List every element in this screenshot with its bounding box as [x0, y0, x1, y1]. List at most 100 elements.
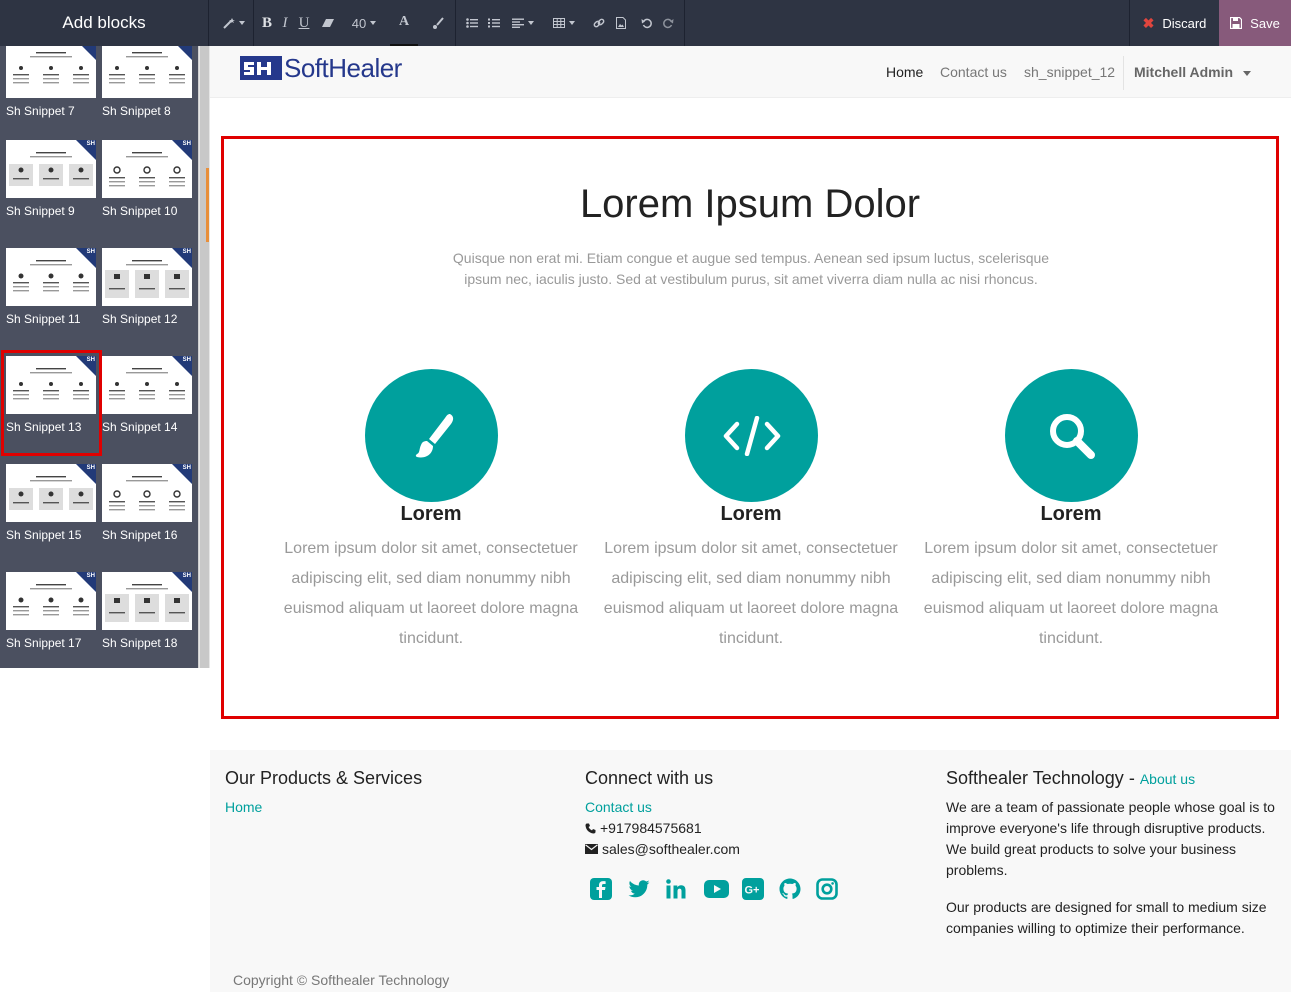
font-size-select[interactable]: 40	[345, 0, 383, 46]
sh-badge-icon	[172, 46, 192, 60]
eraser-icon[interactable]	[317, 0, 339, 46]
copyright-text: Copyright © Softhealer Technology	[233, 972, 450, 988]
undo-icon[interactable]	[637, 0, 657, 46]
footer-contact-link[interactable]: Contact us	[585, 799, 652, 815]
panel-scrollbar-thumb[interactable]	[200, 46, 209, 668]
redo-icon[interactable]	[658, 0, 678, 46]
linkedin-icon[interactable]	[664, 877, 688, 901]
sh-badge-text: SH	[86, 141, 95, 147]
snippet-thumbnail: SH	[6, 572, 96, 630]
snippet-thumbnail: SH	[6, 464, 96, 522]
snippet-tile[interactable]: SH Sh Snippet 7	[0, 46, 96, 148]
snippet-tile[interactable]: SH Sh Snippet 17	[0, 572, 96, 668]
sh-badge-text: SH	[182, 141, 191, 147]
link-icon[interactable]	[589, 0, 609, 46]
phone-icon	[585, 823, 596, 833]
sh-badge-text: SH	[86, 465, 95, 471]
snippet-thumbnail: SH	[6, 140, 96, 198]
add-blocks-title: Add blocks	[0, 0, 209, 46]
save-button[interactable]: Save	[1219, 0, 1291, 46]
snippet-tile[interactable]: SH Sh Snippet 16	[96, 464, 192, 572]
feature-text-3: Lorem ipsum dolor sit amet, consectetuer…	[923, 540, 1219, 647]
snippet-tile[interactable]: SH Sh Snippet 10	[96, 140, 192, 248]
snippet-thumbnail: SH	[102, 356, 192, 414]
about-paragraph-1: We are a team of passionate people whose…	[946, 799, 1275, 878]
github-icon[interactable]	[778, 877, 802, 901]
table-icon[interactable]	[548, 0, 580, 46]
sh-badge-text: SH	[183, 46, 191, 47]
align-icon[interactable]	[507, 0, 539, 46]
instagram-icon[interactable]	[815, 877, 839, 901]
sh-badge-icon	[76, 46, 96, 60]
feature-circle-1	[365, 369, 498, 502]
snippet-tile[interactable]: SH Sh Snippet 18	[96, 572, 192, 668]
snippet-label: Sh Snippet 9	[6, 204, 75, 218]
nav-contact-us[interactable]: Contact us	[940, 64, 1007, 80]
feature-circle-3	[1005, 369, 1138, 502]
save-label: Save	[1250, 15, 1280, 31]
snippet-tile[interactable]: SH Sh Snippet 15	[0, 464, 96, 572]
selected-snippet-highlight	[1, 350, 102, 456]
snippet-tile[interactable]: SH Sh Snippet 8	[96, 46, 192, 148]
twitter-icon[interactable]	[627, 877, 651, 901]
email-address: sales@softhealer.com	[602, 841, 740, 857]
snippet-thumbnail: SH	[102, 464, 192, 522]
italic-icon[interactable]: I	[277, 0, 293, 46]
user-menu[interactable]: Mitchell Admin	[1134, 64, 1251, 80]
youtube-icon[interactable]	[703, 877, 729, 901]
snippet-label: Sh Snippet 7	[6, 104, 75, 118]
magic-wand-icon[interactable]	[220, 0, 248, 46]
envelope-icon	[585, 844, 598, 854]
snippet-label: Sh Snippet 11	[6, 312, 81, 326]
nav-home[interactable]: Home	[886, 64, 923, 80]
font-color-icon[interactable]: A	[390, 0, 418, 46]
about-us-link[interactable]: About us	[1140, 771, 1195, 787]
snippet-tile[interactable]: SH Sh Snippet 9	[0, 140, 96, 248]
snippet-thumbnail: SH	[102, 572, 192, 630]
panel-scrollbar[interactable]	[198, 46, 210, 668]
paint-brush-icon[interactable]	[426, 0, 450, 46]
google-plus-icon[interactable]: G+	[741, 877, 765, 901]
sh-badge-text: SH	[86, 249, 95, 255]
facebook-icon[interactable]	[589, 877, 613, 901]
snippet-label: Sh Snippet 10	[102, 204, 178, 218]
snippet-label: Sh Snippet 12	[102, 312, 178, 326]
site-logo[interactable]: SoftHealer	[240, 52, 402, 83]
logo-text: SoftHealer	[284, 52, 402, 83]
about-paragraph-2: Our products are designed for small to m…	[946, 899, 1267, 936]
sh-badge-text: SH	[182, 465, 191, 471]
unordered-list-icon[interactable]	[462, 0, 482, 46]
company-name: Softhealer Technology	[946, 768, 1124, 788]
bold-icon[interactable]: B	[258, 0, 276, 46]
footer-home-link[interactable]: Home	[225, 799, 262, 815]
feature-title-3: Lorem	[1040, 503, 1102, 525]
snippet-label: Sh Snippet 18	[102, 636, 178, 650]
underline-icon[interactable]: U	[295, 0, 313, 46]
snippet-label: Sh Snippet 17	[6, 636, 82, 650]
snippet-tile[interactable]: SH Sh Snippet 14	[96, 356, 192, 464]
footer-email: sales@softhealer.com	[585, 841, 740, 857]
snippet-label: Sh Snippet 16	[102, 528, 178, 542]
sh-badge-text: SH	[87, 46, 95, 47]
site-header: SoftHealer Home Contact us sh_snippet_12…	[210, 46, 1291, 98]
nav-divider	[1123, 56, 1124, 90]
snippet-tile[interactable]: SH Sh Snippet 12	[96, 248, 192, 356]
scroll-indicator	[206, 168, 209, 242]
nav-sh-snippet-12[interactable]: sh_snippet_12	[1024, 64, 1115, 80]
snippet-thumbnail: SH	[102, 248, 192, 306]
chevron-down-icon	[1242, 70, 1251, 76]
sh-badge-text: SH	[182, 249, 191, 255]
snippet-tile[interactable]: SH Sh Snippet 11	[0, 248, 96, 356]
svg-text:G+: G+	[745, 885, 760, 897]
discard-button[interactable]: ✖ Discard	[1129, 0, 1219, 46]
snippet-label: Sh Snippet 8	[102, 104, 171, 118]
floppy-disk-icon	[1230, 17, 1243, 29]
snippet-thumbnail: SH	[6, 46, 96, 98]
ordered-list-icon[interactable]	[484, 0, 504, 46]
image-icon[interactable]	[611, 0, 631, 46]
phone-number: +917984575681	[600, 820, 702, 836]
editor-toolbar: Add blocks B I U 40 A ✖ Discard Save	[0, 0, 1291, 46]
feature-title-1: Lorem	[400, 503, 462, 525]
connect-heading: Connect with us	[585, 768, 714, 788]
snippet-label: Sh Snippet 14	[102, 420, 178, 434]
